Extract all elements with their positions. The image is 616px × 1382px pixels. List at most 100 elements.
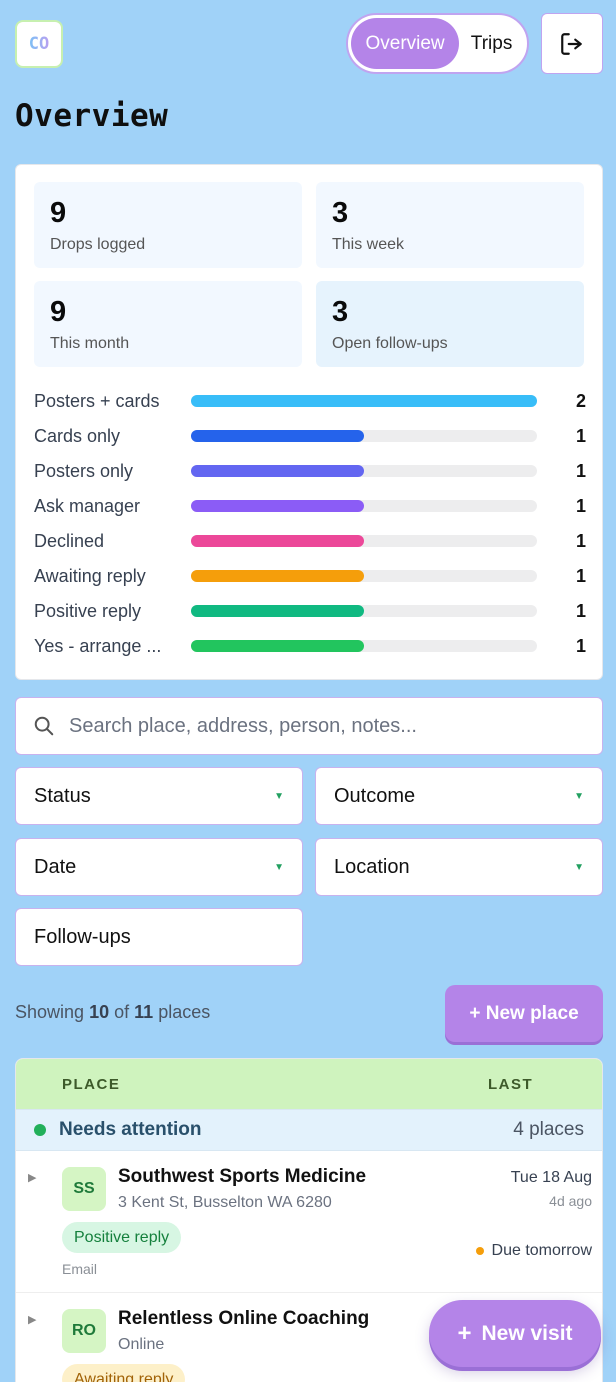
breakdown-bar-track bbox=[191, 640, 537, 652]
app-logo[interactable]: CO bbox=[15, 20, 63, 68]
breakdown-row[interactable]: Ask manager 1 bbox=[34, 494, 586, 518]
view-switcher: Overview Trips bbox=[346, 13, 529, 74]
status-badge: Awaiting reply bbox=[62, 1364, 186, 1382]
chevron-down-icon: ▼ bbox=[574, 790, 584, 802]
chevron-down-icon: ▼ bbox=[574, 861, 584, 873]
place-name: Relentless Online Coaching bbox=[118, 1308, 370, 1329]
follow-ups-filter-value: Follow-ups bbox=[34, 925, 131, 948]
breakdown-count: 1 bbox=[575, 635, 586, 656]
breakdown-row[interactable]: Yes - arrange ... 1 bbox=[34, 634, 586, 658]
breakdown-bar bbox=[191, 500, 364, 512]
status-badge: Positive reply bbox=[62, 1222, 182, 1253]
breakdown-row[interactable]: Declined 1 bbox=[34, 529, 586, 553]
stat-this-month: 9 This month bbox=[34, 281, 302, 367]
follow-ups-filter[interactable]: Follow-ups bbox=[15, 908, 303, 966]
expand-arrow-icon[interactable]: ▶ bbox=[28, 1313, 36, 1326]
stat-value: 9 bbox=[50, 197, 67, 229]
breakdown-count: 1 bbox=[575, 565, 586, 586]
date-filter-value: Date bbox=[34, 855, 77, 878]
breakdown-label: Awaiting reply bbox=[34, 565, 146, 586]
stat-value: 3 bbox=[332, 197, 349, 229]
stats-card: 9 Drops logged 3 This week 9 This month … bbox=[15, 164, 603, 680]
breakdown-bar bbox=[191, 605, 364, 617]
breakdown-bar-track bbox=[191, 570, 537, 582]
results-summary: Showing 10 of 11 places bbox=[15, 1002, 211, 1022]
date-filter[interactable]: Date ▼ bbox=[15, 838, 303, 896]
table-row[interactable]: ▶ SS Southwest Sports Medicine 3 Kent St… bbox=[16, 1151, 602, 1293]
status-dot bbox=[34, 1124, 46, 1136]
location-filter-value: Location bbox=[334, 855, 410, 878]
outcome-filter[interactable]: Outcome ▼ bbox=[315, 767, 603, 825]
new-place-button[interactable]: + New place bbox=[445, 985, 603, 1042]
logout-icon bbox=[561, 32, 582, 55]
breakdown-bar bbox=[191, 465, 364, 477]
expand-arrow-icon[interactable]: ▶ bbox=[28, 1171, 36, 1184]
breakdown-count: 1 bbox=[575, 460, 586, 481]
breakdown-label: Cards only bbox=[34, 425, 121, 446]
stat-this-week: 3 This week bbox=[316, 182, 584, 268]
stat-label: This week bbox=[332, 236, 405, 253]
last-date: Tue 18 Aug bbox=[510, 1169, 592, 1186]
breakdown-row[interactable]: Positive reply 1 bbox=[34, 599, 586, 623]
avatar: RO bbox=[62, 1309, 106, 1353]
breakdown-bar bbox=[191, 570, 364, 582]
breakdown-count: 1 bbox=[575, 425, 586, 446]
breakdown-bar bbox=[191, 535, 364, 547]
outcome-filter-value: Outcome bbox=[334, 784, 416, 807]
column-place[interactable]: PLACE bbox=[62, 1076, 120, 1093]
tab-trips[interactable]: Trips bbox=[459, 18, 524, 69]
breakdown-count: 1 bbox=[575, 600, 586, 621]
breakdown-count: 2 bbox=[575, 390, 586, 411]
group-needs-attention[interactable]: Needs attention 4 places bbox=[16, 1109, 602, 1151]
breakdown-count: 1 bbox=[575, 530, 586, 551]
location-filter[interactable]: Location ▼ bbox=[315, 838, 603, 896]
stat-label: Open follow-ups bbox=[332, 335, 448, 352]
group-title: Needs attention bbox=[59, 1119, 202, 1140]
breakdown-bar-track bbox=[191, 605, 537, 617]
breakdown-row[interactable]: Cards only 1 bbox=[34, 424, 586, 448]
breakdown-bar bbox=[191, 395, 537, 407]
tab-overview[interactable]: Overview bbox=[351, 18, 460, 69]
contact-method: Email bbox=[62, 1261, 98, 1277]
due-dot bbox=[475, 1247, 484, 1255]
breakdown-bar bbox=[191, 430, 364, 442]
breakdown-label: Posters + cards bbox=[34, 390, 160, 411]
chevron-down-icon: ▼ bbox=[274, 861, 284, 873]
status-filter[interactable]: Status ▼ bbox=[15, 767, 303, 825]
stat-open-follow-ups[interactable]: 3 Open follow-ups bbox=[316, 281, 584, 367]
breakdown-row[interactable]: Posters + cards 2 bbox=[34, 389, 586, 413]
breakdown-bar-track bbox=[191, 395, 537, 407]
stat-label: Drops logged bbox=[50, 236, 146, 253]
breakdown-bar bbox=[191, 640, 364, 652]
new-visit-button[interactable]: + New visit bbox=[429, 1300, 601, 1367]
stat-value: 3 bbox=[332, 296, 349, 328]
page-title: Overview bbox=[15, 98, 169, 134]
breakdown-count: 1 bbox=[575, 495, 586, 516]
place-name: Southwest Sports Medicine bbox=[118, 1166, 367, 1187]
avatar: SS bbox=[62, 1167, 106, 1211]
place-address: 3 Kent St, Busselton WA 6280 bbox=[118, 1194, 332, 1211]
breakdown-label: Positive reply bbox=[34, 600, 142, 621]
breakdown-bar-track bbox=[191, 430, 537, 442]
plus-icon: + bbox=[457, 1319, 472, 1347]
stat-drops-logged: 9 Drops logged bbox=[34, 182, 302, 268]
search-input[interactable]: Search place, address, person, notes... bbox=[69, 715, 417, 738]
breakdown-bar-track bbox=[191, 500, 537, 512]
table-header: PLACE LAST bbox=[16, 1059, 602, 1109]
breakdown-label: Ask manager bbox=[34, 495, 141, 516]
follow-up-due: Due tomorrow bbox=[475, 1242, 592, 1260]
breakdown-label: Yes - arrange ... bbox=[34, 635, 162, 656]
breakdown-row[interactable]: Posters only 1 bbox=[34, 459, 586, 483]
stat-label: This month bbox=[50, 335, 130, 352]
column-last[interactable]: LAST bbox=[488, 1076, 533, 1093]
breakdown-bar-track bbox=[191, 465, 537, 477]
group-count: 4 places bbox=[513, 1119, 584, 1140]
place-address: Online bbox=[118, 1336, 165, 1353]
breakdown-row[interactable]: Awaiting reply 1 bbox=[34, 564, 586, 588]
breakdown-label: Posters only bbox=[34, 460, 134, 481]
logout-button[interactable] bbox=[541, 13, 603, 74]
top-bar: CO Overview Trips bbox=[15, 13, 603, 74]
chevron-down-icon: ▼ bbox=[274, 790, 284, 802]
stat-value: 9 bbox=[50, 296, 67, 328]
search-box[interactable]: Search place, address, person, notes... bbox=[15, 697, 603, 755]
